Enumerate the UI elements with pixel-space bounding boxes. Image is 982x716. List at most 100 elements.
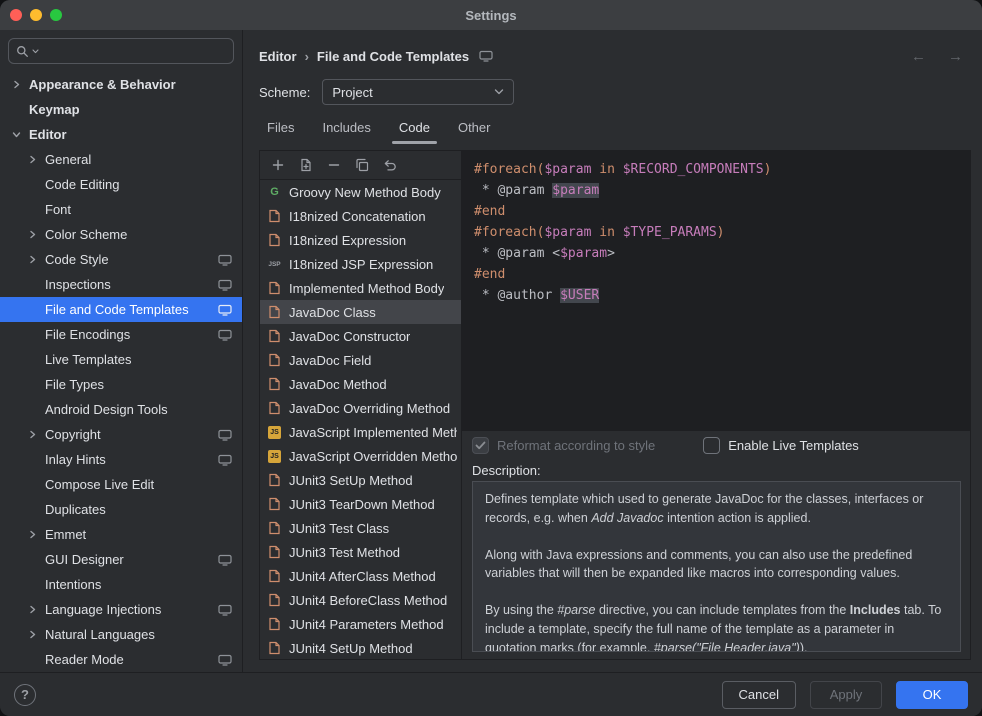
sidebar-item-general[interactable]: General [0,147,242,172]
template-item-javadoc-method[interactable]: JavaDoc Method [260,372,461,396]
sidebar-item-duplicates[interactable]: Duplicates [0,497,242,522]
minimize-button[interactable] [30,9,42,21]
chevron-right-icon[interactable] [28,155,45,164]
sidebar-item-inlay-hints[interactable]: Inlay Hints [0,447,242,472]
sidebar-item-appearance-behavior[interactable]: Appearance & Behavior [0,72,242,97]
chevron-right-icon[interactable] [28,430,45,439]
apply-button[interactable]: Apply [810,681,882,709]
close-button[interactable] [10,9,22,21]
settings-window: Settings Appearance & BehaviorKeymapEdit… [0,0,982,716]
back-arrow-button[interactable]: ← [911,48,926,65]
sidebar-item-intentions[interactable]: Intentions [0,572,242,597]
chevron-down-icon[interactable] [32,49,39,54]
template-item-junit4-parameters-method[interactable]: JUnit4 Parameters Method [260,612,461,636]
tab-code[interactable]: Code [397,114,432,144]
sidebar-item-file-and-code-templates[interactable]: File and Code Templates [0,297,242,322]
sidebar-item-label: Reader Mode [45,652,124,667]
code-line: #foreach($param in $TYPE_PARAMS) [474,222,958,243]
template-item-junit4-afterclass-method[interactable]: JUnit4 AfterClass Method [260,564,461,588]
template-item-i18nized-jsp-expression[interactable]: JSPI18nized JSP Expression [260,252,461,276]
zoom-button[interactable] [50,9,62,21]
template-item-junit4-setup-method[interactable]: JUnit4 SetUp Method [260,636,461,659]
sidebar-item-code-style[interactable]: Code Style [0,247,242,272]
template-item-javadoc-class[interactable]: JavaDoc Class [260,300,461,324]
sidebar-item-file-types[interactable]: File Types [0,372,242,397]
help-button[interactable]: ? [14,684,36,706]
template-item-implemented-method-body[interactable]: Implemented Method Body [260,276,461,300]
sidebar-item-compose-live-edit[interactable]: Compose Live Edit [0,472,242,497]
live-templates-checkbox[interactable] [703,437,720,454]
sidebar-item-android-design-tools[interactable]: Android Design Tools [0,397,242,422]
template-item-javascript-implemented-method[interactable]: JSJavaScript Implemented Method [260,420,461,444]
forward-arrow-button[interactable]: → [948,48,963,65]
template-item-i18nized-expression[interactable]: I18nized Expression [260,228,461,252]
sidebar-item-code-editing[interactable]: Code Editing [0,172,242,197]
create-child-template-icon[interactable] [298,157,314,173]
template-item-label: JUnit3 SetUp Method [289,473,413,488]
chevron-right-icon[interactable] [28,255,45,264]
template-list: GGroovy New Method BodyI18nized Concaten… [260,180,461,659]
cancel-button[interactable]: Cancel [722,681,796,709]
sidebar-item-live-templates[interactable]: Live Templates [0,347,242,372]
remove-template-icon[interactable] [326,157,342,173]
template-item-label: I18nized Expression [289,233,406,248]
sidebar-item-editor[interactable]: Editor [0,122,242,147]
sidebar-item-font[interactable]: Font [0,197,242,222]
breadcrumb-editor[interactable]: Editor [259,49,297,64]
template-item-label: JUnit4 SetUp Method [289,641,413,656]
chevron-right-icon[interactable] [28,605,45,614]
sidebar-item-label: File Encodings [45,327,130,342]
chevron-right-icon[interactable] [28,230,45,239]
template-item-groovy-new-method-body[interactable]: GGroovy New Method Body [260,180,461,204]
template-item-javadoc-field[interactable]: JavaDoc Field [260,348,461,372]
description-paragraph: Along with Java expressions and comments… [485,546,948,584]
code-line: #end [474,264,958,285]
sidebar-item-emmet[interactable]: Emmet [0,522,242,547]
chevron-right-icon[interactable] [28,630,45,639]
sidebar-item-inspections[interactable]: Inspections [0,272,242,297]
add-template-icon[interactable] [270,157,286,173]
sidebar-item-language-injections[interactable]: Language Injections [0,597,242,622]
chevron-right-icon[interactable] [28,530,45,539]
template-code-editor[interactable]: #foreach($param in $RECORD_COMPONENTS) *… [462,151,970,431]
scheme-select[interactable]: Project [322,79,514,105]
ok-button[interactable]: OK [896,681,968,709]
code-line: * @param <$param> [474,243,958,264]
code-line: * @param $param [474,180,958,201]
template-item-javadoc-overriding-method[interactable]: JavaDoc Overriding Method [260,396,461,420]
sidebar-item-color-scheme[interactable]: Color Scheme [0,222,242,247]
reformat-checkbox-group: Reformat according to style [472,437,655,454]
sidebar-item-gui-designer[interactable]: GUI Designer [0,547,242,572]
chevron-right-icon[interactable] [12,80,29,89]
template-item-junit3-test-method[interactable]: JUnit3 Test Method [260,540,461,564]
sidebar-item-file-encodings[interactable]: File Encodings [0,322,242,347]
description-box[interactable]: Defines template which used to generate … [472,481,961,652]
tab-includes[interactable]: Includes [320,114,372,144]
tab-files[interactable]: Files [265,114,296,144]
monitor-icon [479,50,493,62]
monitor-icon [218,254,232,266]
settings-search-box[interactable] [8,38,234,64]
sidebar-item-keymap[interactable]: Keymap [0,97,242,122]
template-item-junit3-test-class[interactable]: JUnit3 Test Class [260,516,461,540]
template-item-javadoc-constructor[interactable]: JavaDoc Constructor [260,324,461,348]
tab-other[interactable]: Other [456,114,493,144]
template-item-junit3-teardown-method[interactable]: JUnit3 TearDown Method [260,492,461,516]
reformat-checkbox[interactable] [472,437,489,454]
reset-to-default-icon[interactable] [382,157,398,173]
settings-search-input[interactable] [42,44,226,59]
sidebar-item-copyright[interactable]: Copyright [0,422,242,447]
duplicate-template-icon[interactable] [354,157,370,173]
description-paragraph: By using the #parse directive, you can i… [485,601,948,652]
template-item-junit4-beforeclass-method[interactable]: JUnit4 BeforeClass Method [260,588,461,612]
chevron-down-icon [494,89,504,95]
sidebar-item-label: Appearance & Behavior [29,77,176,92]
window-title: Settings [465,8,516,23]
sidebar-item-reader-mode[interactable]: Reader Mode [0,647,242,672]
template-item-javascript-overridden-method[interactable]: JSJavaScript Overridden Method [260,444,461,468]
sidebar-item-natural-languages[interactable]: Natural Languages [0,622,242,647]
chevron-down-icon[interactable] [12,130,29,139]
template-item-junit3-setup-method[interactable]: JUnit3 SetUp Method [260,468,461,492]
sidebar-item-label: Inspections [45,277,111,292]
template-item-i18nized-concatenation[interactable]: I18nized Concatenation [260,204,461,228]
